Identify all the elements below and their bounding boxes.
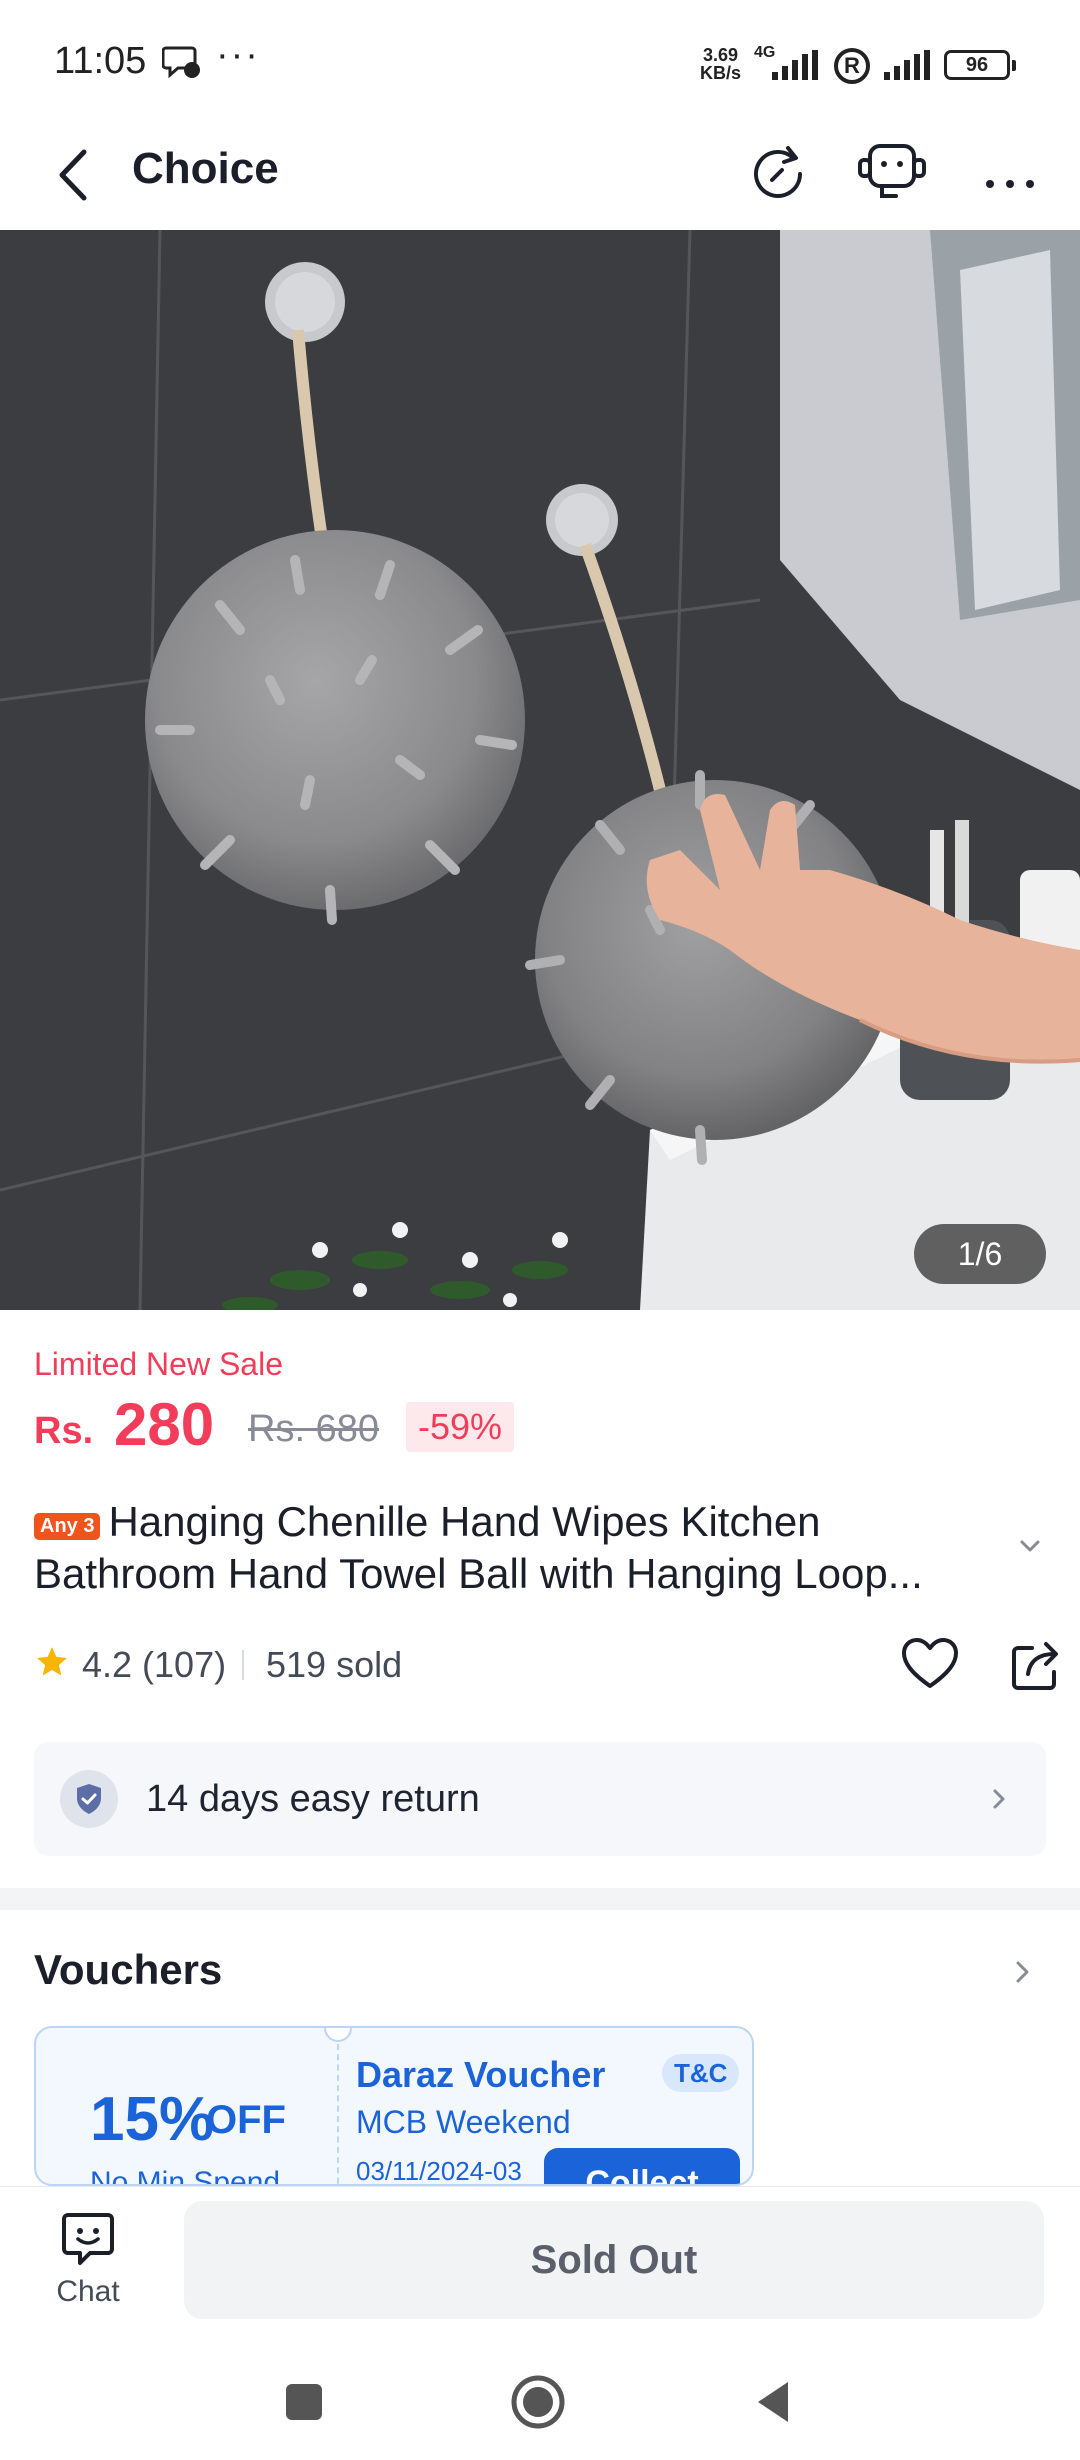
battery-icon: 96 xyxy=(944,50,1016,80)
image-counter: 1/6 xyxy=(914,1224,1046,1284)
network-speed-value: 3.69 xyxy=(702,45,739,65)
price-row: Rs. 280 Rs. 680 -59% xyxy=(34,1390,1034,1460)
currency-label: Rs. xyxy=(34,1410,94,1452)
return-policy-text: 14 days easy return xyxy=(146,1778,480,1820)
system-nav-bar xyxy=(0,2346,1080,2460)
product-photo xyxy=(0,230,1080,1310)
chevron-right-icon xyxy=(993,1789,1005,1809)
vouchers-chevron-icon[interactable] xyxy=(1008,1958,1036,1986)
voucher-notch xyxy=(324,2028,352,2042)
voucher-terms-badge[interactable]: T&C xyxy=(662,2054,740,2092)
voucher-separator xyxy=(337,2044,339,2184)
signal-2-icon xyxy=(884,50,930,80)
roaming-icon: R xyxy=(834,48,870,84)
section-divider xyxy=(0,1888,1080,1910)
rating-divider xyxy=(242,1650,244,1680)
voucher-condition: No Min Spend xyxy=(90,2166,281,2186)
sold-out-button[interactable]: Sold Out xyxy=(184,2201,1044,2319)
rating-row: 4.2 (107) 519 sold xyxy=(34,1636,1058,1696)
original-price: Rs. 680 xyxy=(248,1408,379,1450)
product-title-text: Hanging Chenille Hand Wipes Kitchen Bath… xyxy=(34,1498,923,1597)
message-notification-icon xyxy=(162,46,200,79)
current-price: 280 xyxy=(114,1391,215,1458)
back-nav-icon[interactable] xyxy=(744,2372,804,2432)
network-speed-unit: KB/s xyxy=(700,63,742,83)
chat-button[interactable]: Chat xyxy=(30,2209,146,2319)
voucher-subtitle: MCB Weekend xyxy=(356,2104,571,2140)
product-title[interactable]: Any 3 Hanging Chenille Hand Wipes Kitchen… xyxy=(34,1496,1004,1600)
signal-icon xyxy=(772,50,818,80)
product-image-gallery[interactable]: 1/6 xyxy=(0,230,1080,1310)
chat-label: Chat xyxy=(56,2275,120,2308)
bottom-action-bar: Chat Sold Out xyxy=(0,2186,1080,2346)
customer-service-icon[interactable] xyxy=(854,136,930,212)
more-options-icon[interactable] xyxy=(972,136,1048,212)
more-notifications-icon: ··· xyxy=(216,34,260,76)
voucher-date: 03/11/2024-03 xyxy=(356,2156,522,2186)
shield-check-icon xyxy=(60,1770,118,1828)
discount-badge: -59% xyxy=(406,1402,515,1452)
voucher-off: OFF xyxy=(206,2098,286,2142)
wishlist-heart-icon[interactable] xyxy=(900,1636,960,1692)
voucher-card: 15% OFF No Min Spend Daraz Voucher T&C M… xyxy=(34,2026,754,2186)
collect-button[interactable]: Collect xyxy=(544,2148,740,2184)
home-icon[interactable] xyxy=(508,2372,568,2432)
voucher-percent: 15% xyxy=(90,2085,215,2154)
history-icon[interactable] xyxy=(742,136,818,212)
return-policy-banner[interactable]: 14 days easy return xyxy=(34,1742,1046,1856)
sold-count: 519 sold xyxy=(266,1644,403,1685)
share-icon[interactable] xyxy=(1006,1636,1066,1696)
recent-apps-icon[interactable] xyxy=(274,2372,334,2432)
network-speed: 3.69 KB/s xyxy=(700,46,741,82)
sale-label: Limited New Sale xyxy=(34,1346,283,1382)
chat-icon xyxy=(62,2213,114,2265)
top-header: Choice xyxy=(0,120,1080,230)
expand-chevron-icon[interactable] xyxy=(1016,1532,1044,1560)
any3-badge: Any 3 xyxy=(34,1513,101,1540)
rating-score[interactable]: 4.2 (107) xyxy=(82,1644,226,1686)
voucher-name: Daraz Voucher xyxy=(356,2054,606,2095)
vouchers-title[interactable]: Vouchers xyxy=(34,1946,222,1994)
back-icon[interactable] xyxy=(50,142,98,208)
status-time: 11:05 xyxy=(54,40,147,82)
page-title: Choice xyxy=(132,144,279,193)
status-bar: 11:05 ··· 3.69 KB/s 4G R 96 xyxy=(0,0,1080,120)
star-icon xyxy=(37,1647,67,1676)
